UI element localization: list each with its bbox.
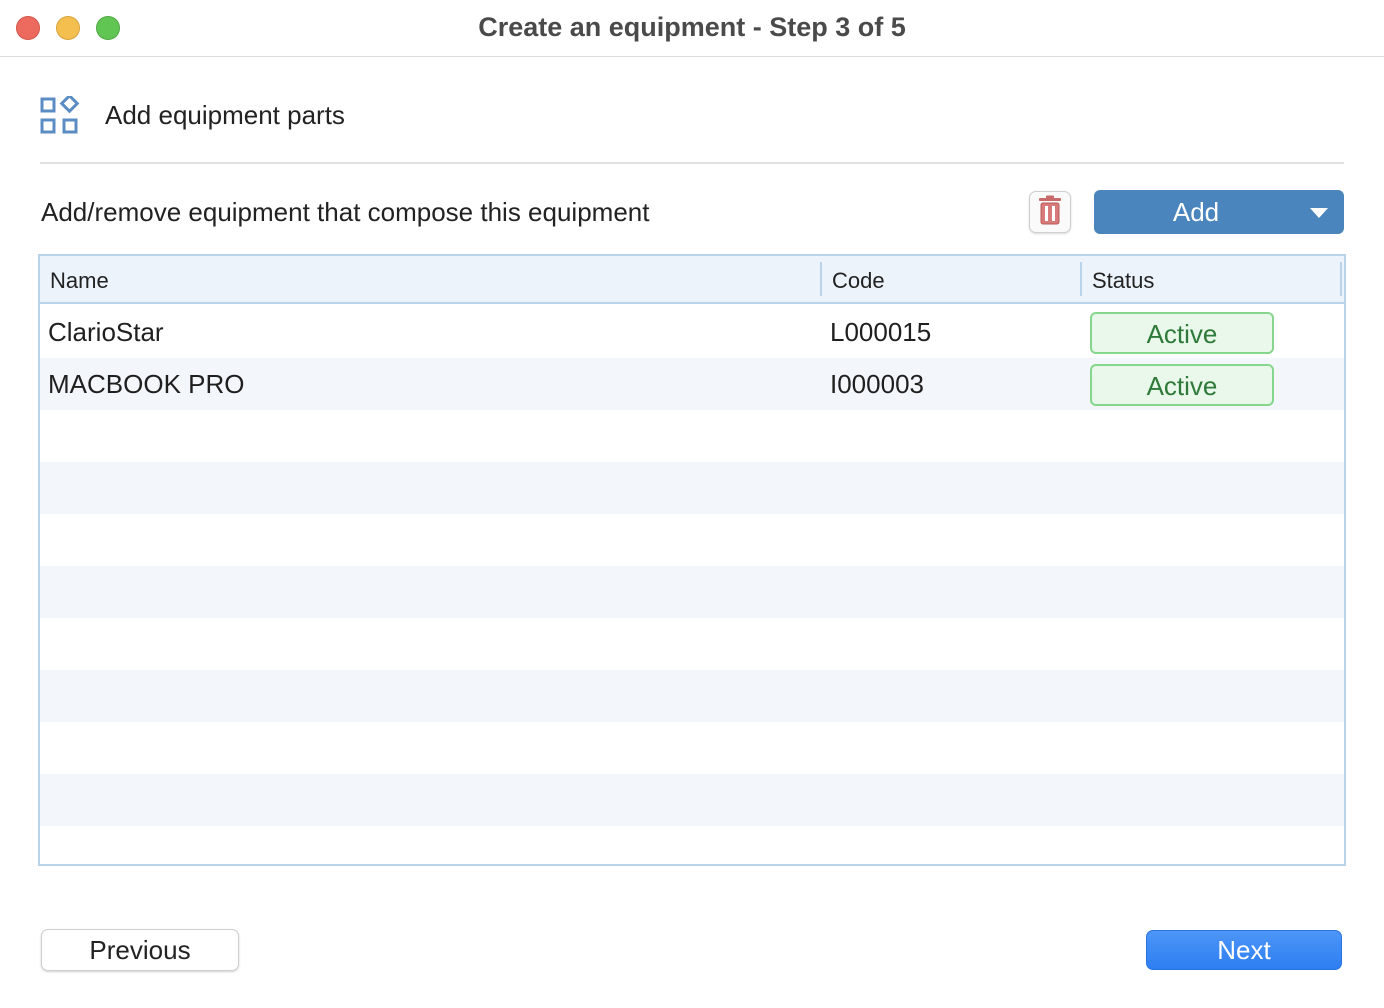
wizard-window: Create an equipment - Step 3 of 5 Add eq… xyxy=(0,0,1384,1008)
trash-icon xyxy=(1036,195,1064,230)
section-divider xyxy=(40,162,1344,164)
instruction-text: Add/remove equipment that compose this e… xyxy=(41,197,650,227)
add-part-dropdown-button[interactable]: Add xyxy=(1094,190,1344,234)
empty-row xyxy=(40,722,1344,774)
equipment-parts-table: Name Code Status ClarioStar L000015 Acti… xyxy=(38,254,1346,866)
table-row[interactable]: MACBOOK PRO I000003 Active xyxy=(40,358,1344,410)
column-header-code[interactable]: Code xyxy=(822,256,1080,302)
cell-name: MACBOOK PRO xyxy=(48,369,245,399)
status-badge: Active xyxy=(1090,364,1274,406)
status-badge: Active xyxy=(1090,312,1274,354)
column-header-status[interactable]: Status xyxy=(1082,256,1340,302)
window-title: Create an equipment - Step 3 of 5 xyxy=(478,12,906,42)
empty-row xyxy=(40,774,1344,826)
empty-row xyxy=(40,566,1344,618)
empty-row xyxy=(40,514,1344,566)
table-header: Name Code Status xyxy=(40,256,1344,304)
cell-code: I000003 xyxy=(830,369,924,399)
title-bar: Create an equipment - Step 3 of 5 xyxy=(0,0,1384,57)
empty-row xyxy=(40,670,1344,722)
column-resizer[interactable] xyxy=(1340,262,1342,296)
empty-row xyxy=(40,618,1344,670)
section-title: Add equipment parts xyxy=(105,100,345,130)
empty-row xyxy=(40,410,1344,462)
next-button[interactable]: Next xyxy=(1146,930,1342,970)
grid-parts-icon xyxy=(40,93,80,136)
cell-code: L000015 xyxy=(830,317,932,347)
previous-button[interactable]: Previous xyxy=(41,929,239,971)
chevron-down-icon[interactable] xyxy=(1310,208,1328,218)
cell-name: ClarioStar xyxy=(48,317,164,347)
empty-row xyxy=(40,462,1344,514)
delete-part-button[interactable] xyxy=(1029,191,1071,233)
table-row[interactable]: ClarioStar L000015 Active xyxy=(40,306,1344,358)
column-header-name[interactable]: Name xyxy=(40,256,820,302)
add-button-label: Add xyxy=(1172,197,1220,227)
